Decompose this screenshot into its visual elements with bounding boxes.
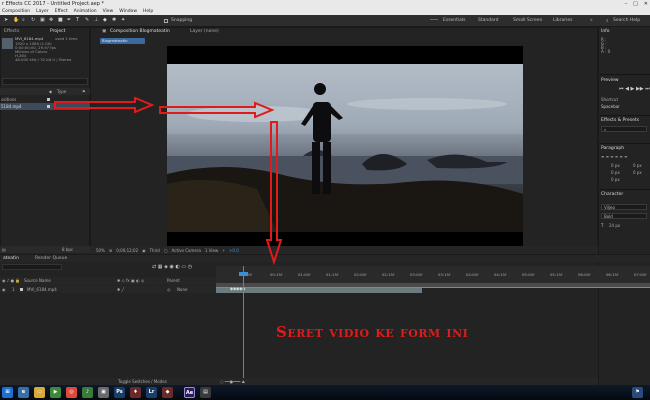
annotation-caption: Seret vidio ke form ini	[276, 323, 469, 341]
arrow-1	[54, 96, 155, 114]
arrow-3	[265, 121, 283, 266]
arrow-2	[159, 101, 275, 119]
